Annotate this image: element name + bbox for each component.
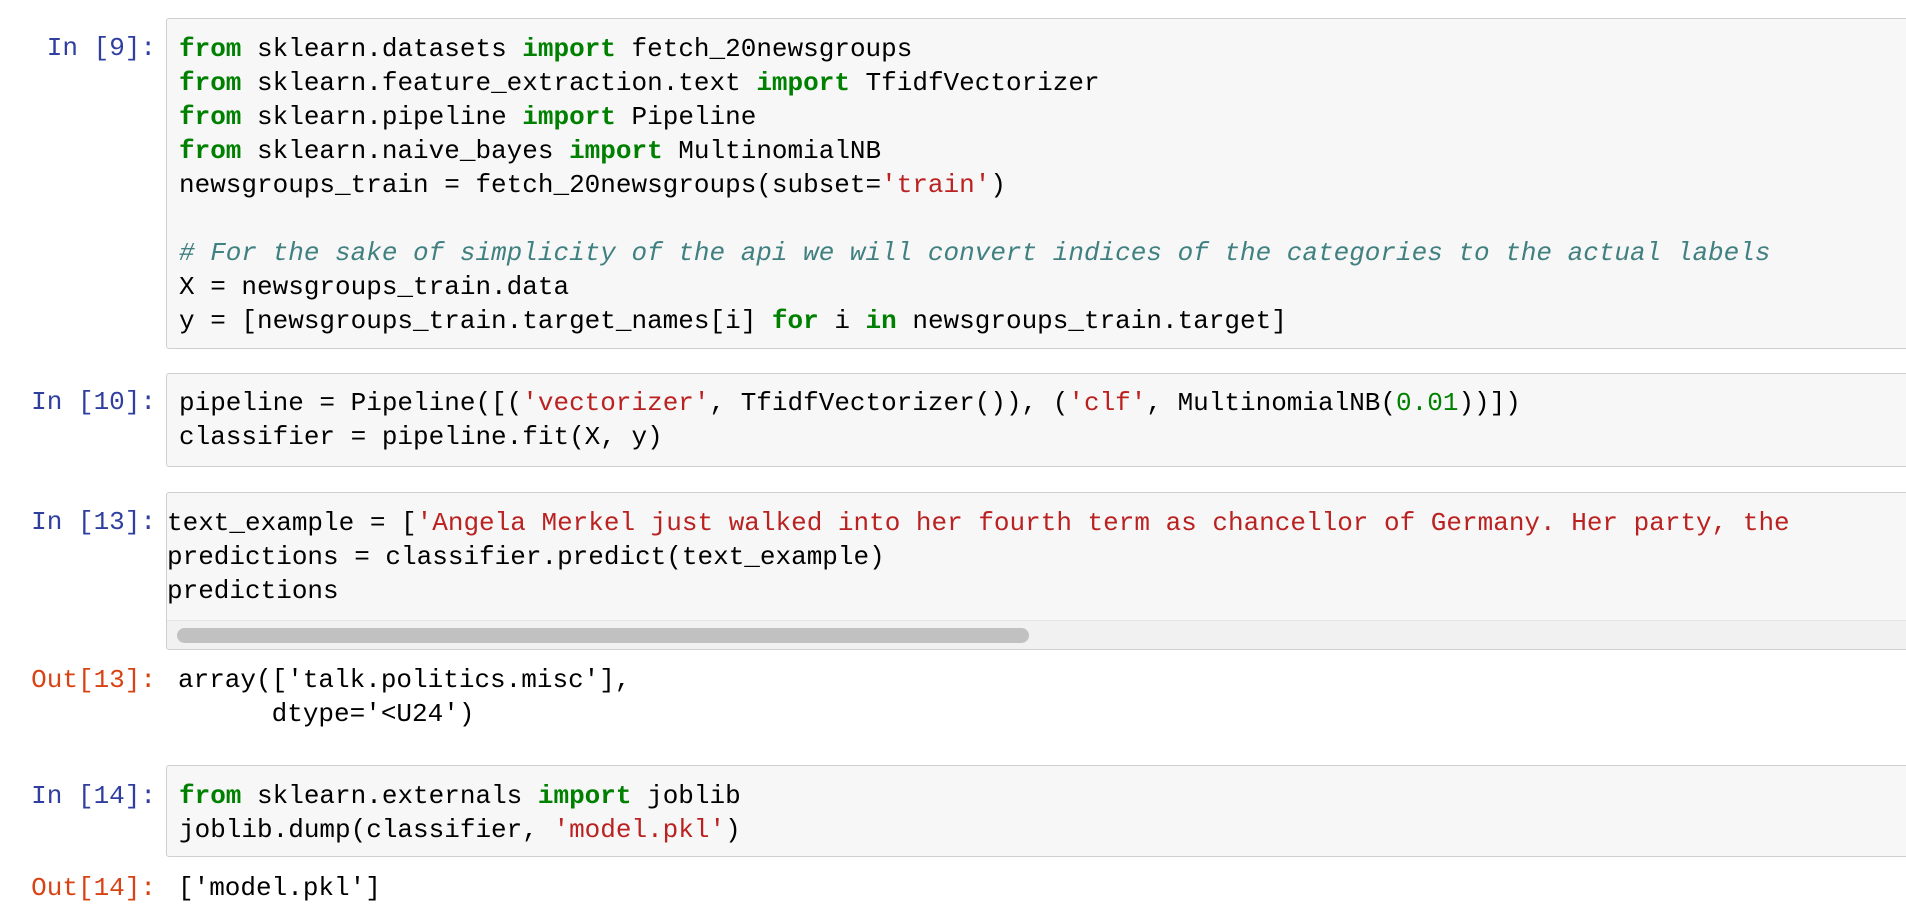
string-token: 'clf' — [1068, 388, 1147, 418]
output-prompt-14: Out[14]: — [31, 873, 156, 903]
code-cell-14[interactable]: from sklearn.externals import joblib jobl… — [166, 765, 1906, 857]
scrollbar-thumb[interactable] — [177, 628, 1029, 643]
string-token: 'train' — [881, 170, 991, 200]
code-token: predictions — [167, 576, 339, 606]
keyword-token: import — [569, 136, 663, 166]
code-editor[interactable]: from sklearn.externals import joblib jobl… — [179, 779, 741, 847]
keyword-token: import — [756, 68, 850, 98]
code-editor[interactable]: pipeline = Pipeline([('vectorizer', Tfid… — [179, 386, 1521, 454]
code-line: y = [newsgroups_train.target_names[i] fo… — [179, 304, 1770, 338]
code-line: ['model.pkl'] — [178, 871, 381, 905]
string-token: 'vectorizer' — [522, 388, 710, 418]
code-token: TfidfVectorizer — [849, 68, 1100, 98]
code-line: newsgroups_train = fetch_20newsgroups(su… — [179, 168, 1770, 202]
code-line: X = newsgroups_train.data — [179, 270, 1770, 304]
input-prompt-13: In [13]: — [31, 507, 156, 537]
code-token: predictions = classifier.predict(text_ex… — [167, 542, 885, 572]
code-line: from sklearn.feature_extraction.text imp… — [179, 66, 1770, 100]
output-text-13: array(['talk.politics.misc'], dtype='<U2… — [178, 663, 630, 731]
keyword-token: import — [522, 34, 616, 64]
keyword-token: in — [865, 306, 897, 336]
code-token: , MultinomialNB( — [1146, 388, 1397, 418]
code-line: predictions — [167, 574, 1790, 608]
input-prompt-9: In [9]: — [46, 33, 156, 63]
code-line: text_example = ['Angela Merkel just walk… — [167, 506, 1790, 540]
keyword-token: from — [179, 102, 242, 132]
keyword-token: from — [179, 34, 242, 64]
code-line: dtype='<U24') — [178, 697, 630, 731]
keyword-token: import — [522, 102, 616, 132]
code-token: ))]) — [1458, 388, 1521, 418]
code-token: MultinomialNB — [662, 136, 882, 166]
output-prompt-13: Out[13]: — [31, 665, 156, 695]
code-token: , TfidfVectorizer()), ( — [709, 388, 1069, 418]
code-editor[interactable]: from sklearn.datasets import fetch_20new… — [179, 32, 1770, 338]
code-token: joblib — [631, 781, 741, 811]
code-line: classifier = pipeline.fit(X, y) — [179, 420, 1521, 454]
code-token: y = [newsgroups_train.target_names[i] — [179, 306, 772, 336]
code-token: joblib.dump(classifier, — [179, 815, 554, 845]
keyword-token: from — [179, 781, 242, 811]
code-token: ) — [725, 815, 741, 845]
code-token: X = newsgroups_train.data — [179, 272, 570, 302]
code-cell-9[interactable]: from sklearn.datasets import fetch_20new… — [166, 18, 1906, 349]
string-token: 'Angela Merkel just walked into her four… — [416, 508, 1790, 538]
comment-token: # For the sake of simplicity of the api … — [179, 238, 1771, 268]
code-token: newsgroups_train.target] — [896, 306, 1287, 336]
code-token: sklearn.datasets — [241, 34, 523, 64]
code-cell-13[interactable]: text_example = ['Angela Merkel just walk… — [166, 492, 1906, 650]
code-line: joblib.dump(classifier, 'model.pkl') — [179, 813, 741, 847]
code-token: sklearn.externals — [241, 781, 538, 811]
code-line: # For the sake of simplicity of the api … — [179, 236, 1770, 270]
code-cell-10[interactable]: pipeline = Pipeline([('vectorizer', Tfid… — [166, 373, 1906, 467]
string-token: 'model.pkl' — [553, 815, 726, 845]
code-token: pipeline = Pipeline([( — [179, 388, 523, 418]
code-token: dtype='<U24') — [178, 699, 475, 729]
notebook: In [9]: from sklearn.datasets import fet… — [0, 0, 1906, 924]
code-token: i — [818, 306, 866, 336]
code-token: array(['talk.politics.misc'], — [178, 665, 631, 695]
keyword-token: import — [537, 781, 632, 811]
code-line: pipeline = Pipeline([('vectorizer', Tfid… — [179, 386, 1521, 420]
number-token: 0.01 — [1396, 388, 1459, 418]
code-token: ) — [990, 170, 1006, 200]
output-text-14: ['model.pkl'] — [178, 871, 381, 905]
code-token: text_example = [ — [167, 508, 417, 538]
input-prompt-10: In [10]: — [31, 387, 156, 417]
code-token: fetch_20newsgroups — [615, 34, 913, 64]
code-line: from sklearn.externals import joblib — [179, 779, 741, 813]
code-line: from sklearn.datasets import fetch_20new… — [179, 32, 1770, 66]
code-editor[interactable]: text_example = ['Angela Merkel just walk… — [167, 506, 1790, 608]
code-line: array(['talk.politics.misc'], — [178, 663, 630, 697]
code-token: newsgroups_train = fetch_20newsgroups(su… — [179, 170, 882, 200]
code-token: ['model.pkl'] — [178, 873, 381, 903]
horizontal-scrollbar[interactable] — [167, 620, 1906, 649]
keyword-token: from — [179, 136, 242, 166]
keyword-token: for — [771, 306, 819, 336]
keyword-token: from — [179, 68, 242, 98]
code-token: sklearn.naive_bayes — [241, 136, 570, 166]
input-prompt-14: In [14]: — [31, 781, 156, 811]
code-token: sklearn.feature_extraction.text — [241, 68, 757, 98]
code-token: classifier = pipeline.fit(X, y) — [179, 422, 663, 452]
code-line: predictions = classifier.predict(text_ex… — [167, 540, 1790, 574]
code-line: from sklearn.naive_bayes import Multinom… — [179, 134, 1770, 168]
code-token: Pipeline — [615, 102, 757, 132]
code-token: sklearn.pipeline — [241, 102, 523, 132]
code-line: from sklearn.pipeline import Pipeline — [179, 100, 1770, 134]
